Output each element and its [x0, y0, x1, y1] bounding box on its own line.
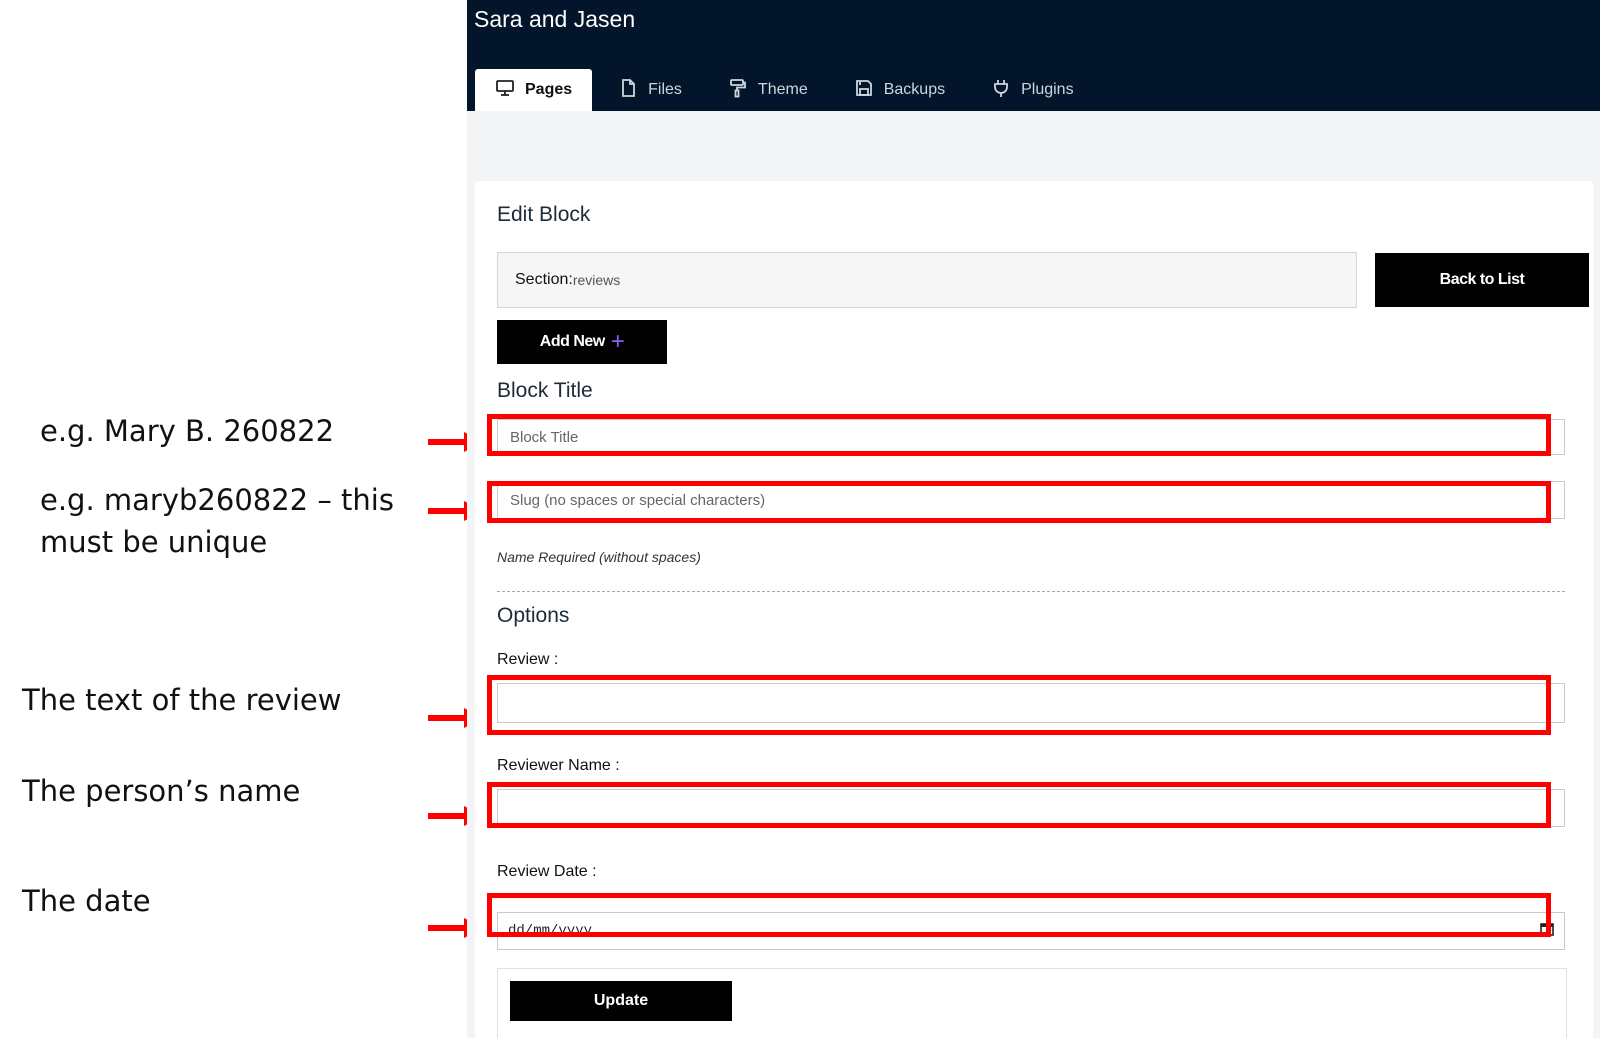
- section-label: Section:: [515, 271, 573, 288]
- save-icon: [854, 78, 874, 103]
- edit-block-card: Edit Block Section: reviews Back to List…: [475, 181, 1593, 1038]
- add-new-button[interactable]: Add New +: [497, 320, 667, 364]
- block-title-input[interactable]: [497, 419, 1565, 455]
- tab-theme[interactable]: Theme: [708, 69, 828, 111]
- options-heading: Options: [497, 604, 570, 627]
- divider: [497, 591, 1565, 592]
- annotation-date: The date: [22, 884, 151, 918]
- block-title-label: Block Title: [497, 379, 593, 402]
- annotation-review: The text of the review: [22, 683, 342, 717]
- tab-pages[interactable]: Pages: [475, 69, 593, 111]
- tab-label: Plugins: [1021, 81, 1074, 98]
- tab-files[interactable]: Files: [598, 69, 702, 111]
- add-new-label: Add New: [539, 333, 605, 350]
- site-title: Sara and Jasen: [474, 6, 636, 32]
- slug-hint: Name Required (without spaces): [497, 549, 701, 565]
- slug-input[interactable]: [497, 481, 1565, 519]
- update-button[interactable]: Update: [510, 981, 732, 1021]
- plus-icon: +: [610, 328, 625, 355]
- reviewer-name-input[interactable]: [497, 789, 1565, 827]
- monitor-icon: [495, 78, 515, 103]
- section-value: reviews: [572, 272, 621, 288]
- page-title: Edit Block: [497, 203, 591, 226]
- annotation-block-title: e.g. Mary B. 260822: [40, 414, 335, 448]
- section-indicator: Section: reviews: [497, 252, 1357, 308]
- tab-label: Theme: [757, 81, 808, 98]
- review-input[interactable]: [497, 683, 1565, 723]
- app-window: Sara and Jasen Pages Files Theme Backups…: [467, 0, 1600, 1038]
- calendar-icon[interactable]: [1540, 922, 1554, 941]
- review-label: Review :: [497, 651, 559, 668]
- tab-plugins[interactable]: Plugins: [971, 69, 1093, 111]
- reviewer-name-label: Reviewer Name :: [497, 757, 620, 774]
- tab-label: Backups: [883, 81, 946, 98]
- review-date-label: Review Date :: [497, 863, 597, 880]
- back-to-list-button[interactable]: Back to List: [1375, 253, 1589, 307]
- review-date-input[interactable]: dd/mm/yyyy: [497, 912, 1565, 950]
- tab-backups[interactable]: Backups: [834, 69, 965, 111]
- paint-roller-icon: [728, 78, 748, 103]
- top-bar: Sara and Jasen Pages Files Theme Backups…: [467, 0, 1600, 111]
- tab-label: Pages: [525, 81, 573, 98]
- tab-label: Files: [648, 81, 682, 98]
- date-placeholder: dd/mm/yyyy: [508, 923, 593, 939]
- plug-icon: [991, 78, 1011, 103]
- annotation-slug: e.g. maryb260822 – this must be unique: [40, 483, 394, 559]
- update-panel: Update: [497, 968, 1567, 1038]
- file-icon: [618, 78, 638, 103]
- main-tabs: Pages Files Theme Backups Plugins: [475, 69, 1100, 111]
- annotation-reviewer-name: The person’s name: [22, 774, 301, 808]
